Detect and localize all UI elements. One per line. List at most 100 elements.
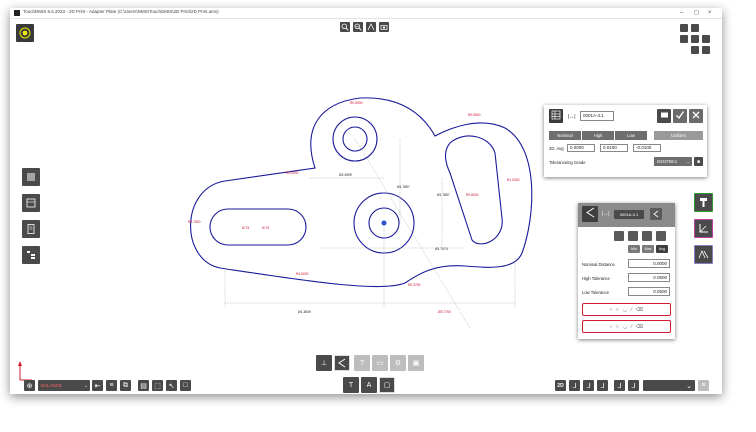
view-select[interactable]: ⌄ [643,380,695,391]
label-radius-right-upper: R0.8000 [466,193,479,197]
label-dim-bottom-right: Ø1.7474 [435,247,448,251]
minimize-button[interactable]: – [680,9,683,17]
triangle-left-icon [652,205,660,223]
distance-button[interactable] [334,355,350,371]
back-button[interactable] [650,208,662,220]
distance-option-2[interactable] [628,231,638,241]
datum-axis-button[interactable] [694,219,713,238]
close-button[interactable]: × [708,9,712,17]
stop-square-button[interactable]: ▢ [379,377,395,393]
low-tolerance-field[interactable]: 0.0500 [628,287,670,296]
line-icon: ∕ [631,306,632,313]
distance-option-4[interactable] [656,231,666,241]
axis-zx-button[interactable]: ⅃ [597,380,608,391]
feature-1-row[interactable]: › ○ ◡ ∕ ⌫ [582,303,671,316]
layers-button[interactable]: ≡ [106,380,117,391]
axis-marker [18,361,32,381]
tab-uniform[interactable]: Uniform [654,131,703,140]
probe-button[interactable] [694,193,713,212]
mode-2d-button[interactable]: 2D [555,380,566,391]
maximize-button[interactable]: ◻ [694,9,699,17]
nominal-distance-field[interactable]: 0.0000 [628,259,670,268]
table-grid-button[interactable] [549,109,563,123]
distance-type-icon [585,205,596,223]
line-icon: ∕ [631,323,632,330]
close-icon [691,107,701,125]
stop-button[interactable]: □ [180,380,191,391]
probe-point-button[interactable]: ⊥ [316,355,332,371]
low-value-field[interactable]: -0.0100 [633,144,661,152]
feature-id-label[interactable]: 0001A-3.1 [614,210,644,219]
axis-zx-icon: ⅃ [600,382,605,390]
settings-button[interactable]: ⚙ [390,355,406,371]
axis-yz-button[interactable]: ⅃ [583,380,594,391]
nominal-value-field[interactable]: 0.0000 [567,144,595,152]
lock-button[interactable]: ■ [694,157,703,166]
probe-tool-button[interactable]: T [343,377,359,393]
tab-nominal[interactable]: Nominal [549,131,581,140]
tab-low[interactable]: Low [615,131,647,140]
probe-indicator-button[interactable]: ⊕ [24,380,35,391]
screenshot-button[interactable]: ▣ [408,355,424,371]
balance-select[interactable]: BALANCE ⌄ [38,380,90,391]
max-button[interactable]: Max [642,245,654,253]
grade-select[interactable]: ISO2768-1 ⌄ [654,157,692,166]
distance-type-button[interactable] [582,206,598,222]
label-dim-horizontal-1: Ø2.4959 [339,173,352,177]
grade-select-value: ISO2768-1 [657,159,678,164]
label-dim-lower: Ø3.7750 [438,310,451,314]
circle-icon: ○ [615,323,619,330]
distance-option-3[interactable] [642,231,652,241]
label-radius-right-top: R0.6500 [468,113,481,117]
probe-small-icon: ⊕ [26,382,33,390]
tab-high[interactable]: High [582,131,614,140]
help-button[interactable]: ? [354,355,370,371]
axis-x-icon: ⅃ [631,382,636,390]
eraser-icon: ⌫ [635,306,643,313]
balance-select-value: BALANCE [41,383,63,388]
axis-xy-button[interactable]: ⅃ [569,380,580,391]
high-value-field[interactable]: 0.0100 [600,144,628,152]
right-slot [444,135,503,245]
high-tolerance-field[interactable]: 0.0500 [628,273,670,282]
settings-icon: ⚙ [394,360,402,367]
select-icon: ⬚ [154,382,161,390]
copy-button[interactable]: ⧉ [120,380,131,391]
folder-icon: ▭ [376,360,384,367]
label-slot-right: Ø.75 [262,226,269,230]
avg-button[interactable]: Avg [656,245,668,253]
datum-button[interactable]: A [361,377,377,393]
label-radius-top-left: R2.0000 [286,171,299,175]
cursor-icon: ↖ [168,382,175,390]
row-label: 2D. Avg [549,146,564,151]
folder-button[interactable]: ▭ [372,355,388,371]
feature-id-field[interactable]: 0001A-3.1 [580,111,614,121]
circle-icon: ○ [615,306,619,313]
chevron-down-icon: ⌄ [686,159,690,164]
lock-icon: ■ [696,158,701,165]
axis-3d-button[interactable]: ⅃ [614,380,625,391]
datum-distance-button[interactable] [694,245,713,264]
select-button[interactable]: ⬚ [152,380,163,391]
arrow-left-button[interactable]: ⇤ [92,380,103,391]
close-panel-button[interactable] [689,109,703,123]
accept-button[interactable] [673,109,687,123]
label-dim-right-mid: Ø1.7887 [437,193,450,197]
comment-button[interactable] [657,109,671,123]
feature-2-row[interactable]: › ○ ◡ ∕ ⌫ [582,320,671,333]
label-slot-left: Ø.75 [242,226,249,230]
distance-icon [337,358,347,368]
eraser-icon: ⌫ [635,323,643,330]
cursor-button[interactable]: ↖ [166,380,177,391]
comment-icon [660,107,669,125]
menu-button[interactable]: ≡ [698,380,709,391]
drawing-canvas[interactable]: Ø.75 Ø.75 Ø2.4959 Ø1.7887 Ø1.7887 Ø1.747… [10,18,722,394]
low-tolerance-label: Low Tolerance [582,290,609,295]
paste-button[interactable]: ▤ [138,380,149,391]
grade-label: Toleranceing Grade [549,160,586,165]
axis-x-button[interactable]: ⅃ [628,380,639,391]
distance-option-1[interactable] [614,231,624,241]
table-grid-icon [551,107,561,125]
high-tolerance-label: High Tolerance [582,276,610,281]
min-button[interactable]: Min [628,245,640,253]
